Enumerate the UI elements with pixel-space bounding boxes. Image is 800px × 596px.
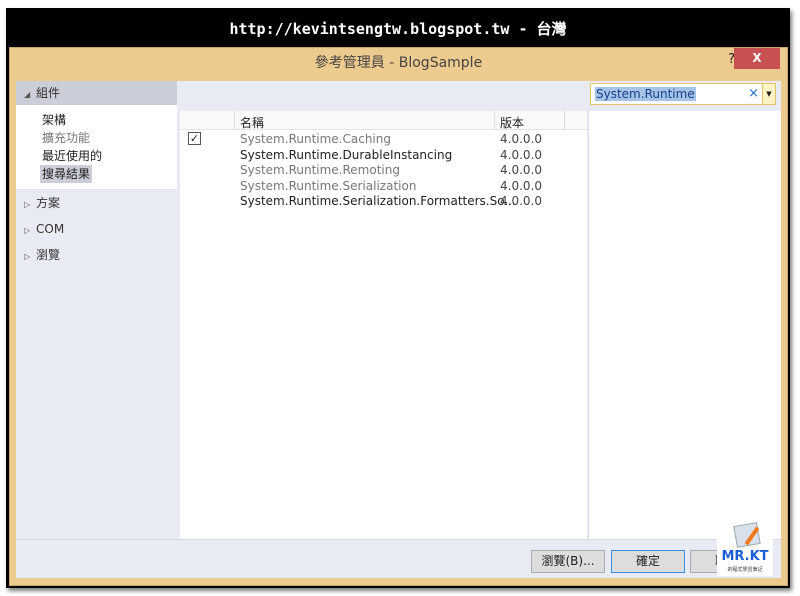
list-header: 名稱 版本 — [180, 111, 587, 130]
watermark-subtitle: 的程式學習筆記 — [727, 567, 763, 573]
dialog-title: 參考管理員 - BlogSample — [314, 55, 483, 71]
ok-button[interactable]: 確定 — [611, 550, 685, 573]
sidebar-item-com[interactable]: ▷ COM — [16, 217, 177, 241]
column-header-version[interactable]: 版本 — [500, 114, 524, 131]
assembly-version: 4.0.0.0 — [500, 147, 542, 162]
collapsed-triangle-icon: ▷ — [24, 252, 31, 261]
table-row[interactable]: System.Runtime.DurableInstancing 4.0.0.0 — [180, 148, 587, 164]
assemblies-subitems: 架構 擴充功能 最近使用的 搜尋結果 — [16, 105, 177, 189]
reference-manager-dialog: 參考管理員 - BlogSample ? X ◢ 組件 架構 擴充功能 最近使用的… — [9, 47, 788, 586]
mrkt-watermark: MR.KT 的程式學習筆記 — [717, 522, 773, 576]
sidebar-item-framework[interactable]: 架構 — [42, 111, 177, 129]
button-bar: 瀏覽(B)... 確定 取消 — [16, 539, 781, 578]
screenshot-frame: http://kevintsengtw.blogspot.tw - 台灣 參考管… — [6, 8, 790, 588]
table-row[interactable]: System.Runtime.Remoting 4.0.0.0 — [180, 163, 587, 179]
assembly-version: 4.0.0.0 — [500, 178, 542, 193]
clear-search-icon[interactable]: × — [748, 86, 759, 101]
sidebar-item-extensions[interactable]: 擴充功能 — [42, 129, 177, 147]
watermark-logo: MR.KT — [721, 549, 769, 564]
assembly-version: 4.0.0.0 — [500, 194, 542, 208]
sidebar-item-label: 瀏覽 — [36, 248, 61, 262]
table-row[interactable]: System.Runtime.Serialization.Formatters.… — [180, 194, 587, 210]
column-header-name[interactable]: 名稱 — [240, 114, 264, 131]
close-button[interactable]: X — [734, 48, 780, 69]
assembly-name: System.Runtime.Remoting — [240, 163, 400, 177]
details-pane — [588, 111, 781, 539]
dialog-content: ◢ 組件 架構 擴充功能 最近使用的 搜尋結果 ▷ 方案 ▷ COM ▷ 瀏覽 Syst… — [16, 81, 781, 578]
assembly-name: System.Runtime.DurableInstancing — [240, 147, 453, 162]
assembly-version: 4.0.0.0 — [500, 132, 542, 146]
search-dropdown-icon[interactable]: ▼ — [762, 84, 775, 104]
sidebar-item-recent[interactable]: 最近使用的 — [42, 147, 177, 165]
collapsed-triangle-icon: ▷ — [24, 226, 31, 235]
sidebar-item-search-results[interactable]: 搜尋結果 — [40, 165, 93, 183]
assembly-name: System.Runtime.Caching — [240, 132, 391, 146]
expanded-triangle-icon: ◢ — [24, 90, 31, 99]
table-row[interactable]: System.Runtime.Serialization 4.0.0.0 — [180, 179, 587, 195]
sidebar-item-label: COM — [36, 222, 65, 236]
reference-checkbox[interactable]: ✓ — [188, 132, 201, 145]
sidebar: ◢ 組件 架構 擴充功能 最近使用的 搜尋結果 ▷ 方案 ▷ COM ▷ 瀏覽 — [16, 81, 177, 539]
sidebar-item-label: 組件 — [36, 86, 61, 100]
sidebar-item-browse[interactable]: ▷ 瀏覽 — [16, 243, 177, 267]
collapsed-triangle-icon: ▷ — [24, 200, 31, 209]
blog-banner: http://kevintsengtw.blogspot.tw - 台灣 — [229, 20, 567, 38]
table-row[interactable]: ✓ System.Runtime.Caching 4.0.0.0 — [180, 132, 587, 148]
search-value: System.Runtime — [595, 87, 696, 101]
sidebar-item-label: 方案 — [36, 196, 61, 210]
browse-button[interactable]: 瀏覽(B)... — [531, 550, 605, 573]
assembly-list: 名稱 版本 ✓ System.Runtime.Caching 4.0.0.0 Syst… — [180, 111, 587, 539]
search-input[interactable]: System.Runtime × ▼ — [590, 83, 776, 105]
assembly-name: System.Runtime.Serialization.Formatters.… — [240, 194, 516, 208]
assembly-version: 4.0.0.0 — [500, 163, 542, 177]
assembly-name: System.Runtime.Serialization — [240, 178, 417, 193]
sidebar-item-assemblies[interactable]: ◢ 組件 — [16, 81, 177, 105]
sidebar-item-solution[interactable]: ▷ 方案 — [16, 191, 177, 215]
